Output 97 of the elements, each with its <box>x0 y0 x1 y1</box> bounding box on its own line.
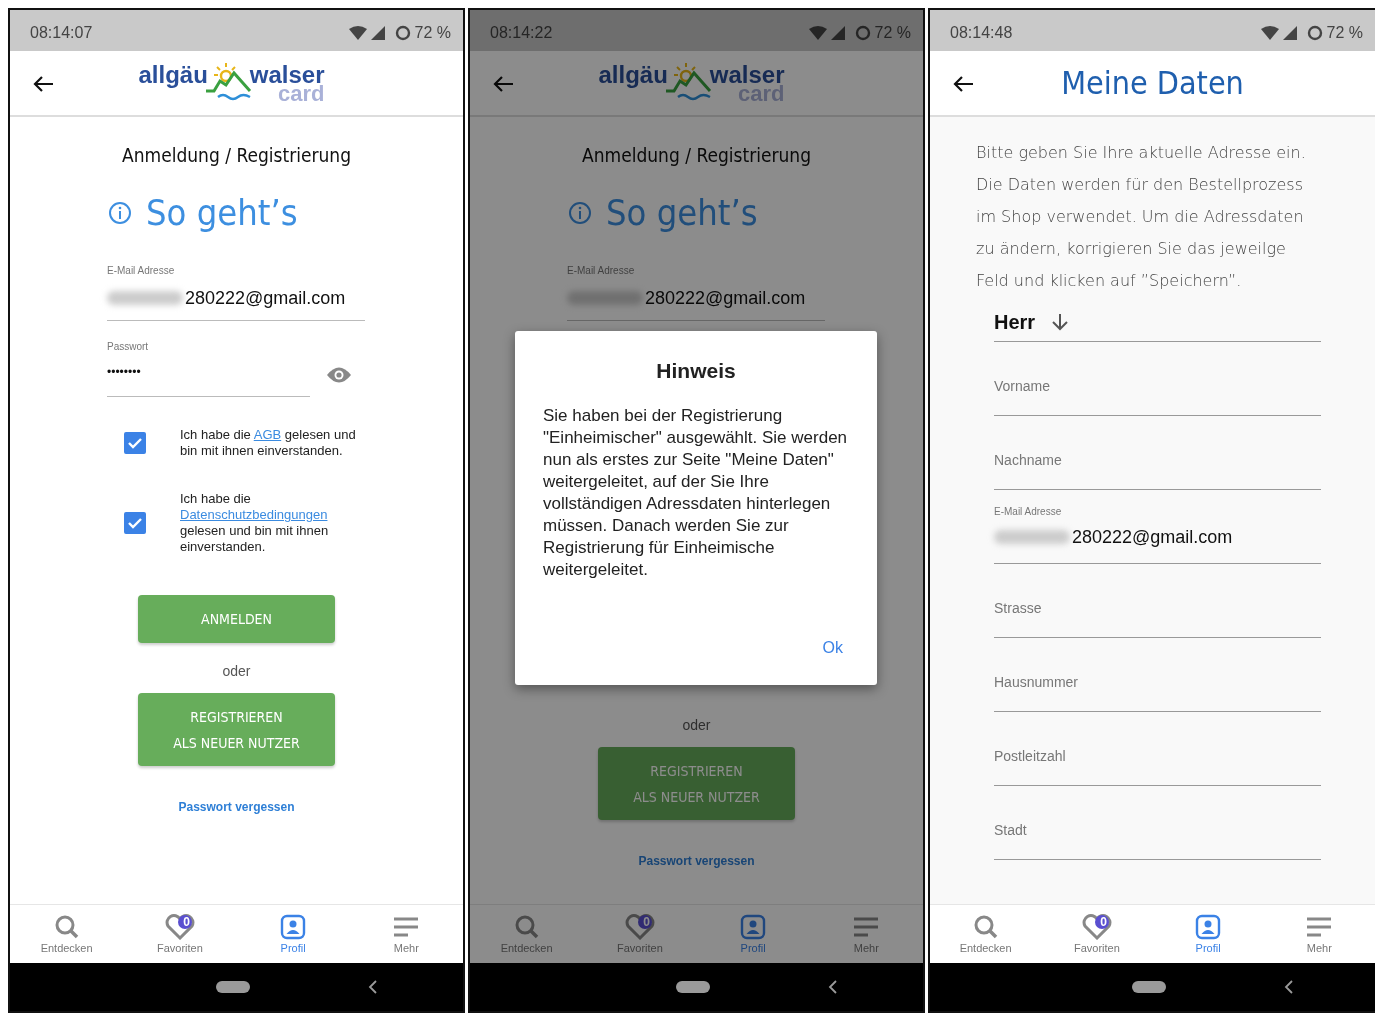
search-icon <box>513 914 540 940</box>
heart-icon <box>624 914 655 940</box>
status-time: 08:14:48 <box>950 23 1013 42</box>
text-field[interactable]: Vorname <box>994 342 1321 416</box>
back-arrow-icon[interactable] <box>952 75 974 93</box>
page-title: Meine Daten <box>1061 64 1244 102</box>
home-pill-icon[interactable] <box>675 981 710 993</box>
back-icon[interactable] <box>367 980 378 994</box>
logo-text: allgäu <box>138 63 208 87</box>
email-field[interactable]: 280222@gmail.com <box>107 276 365 321</box>
logo-text: walser <box>709 63 785 87</box>
field-label: E-Mail Adresse <box>107 265 176 276</box>
field-label: E-Mail Adresse <box>994 506 1063 517</box>
forgot-password-link[interactable]: Passwort vergessen <box>178 800 295 814</box>
text-field[interactable]: Postleitzahl <box>994 712 1321 786</box>
intro-text: Bitte geben Sie Ihre aktuelle Adresse ein. Die Daten werden für den Bestellprozess im Shop verwendet. Um die Adressdaten zu ändern, korrigieren Sie das jeweilge Feld und klicken auf ”Speichern”. <box>976 142 1307 292</box>
signal-icon <box>1282 25 1297 40</box>
down-arrow-icon <box>1051 313 1070 331</box>
wifi-icon <box>1260 25 1279 40</box>
back-icon[interactable] <box>1283 980 1294 994</box>
dialog-text: Sie haben bei der Registrierung "Einheimischer" ausgewählt. Sie werden nun als erstes zur Seite "Meine Daten" weitergeleitet, auf der Sie Ihre vollständigen Adressdaten hinterlegen müssen. Danach werden Sie zur Registrierung für Einheimische weitergeleitet. <box>543 405 849 581</box>
home-pill-icon[interactable] <box>215 981 250 993</box>
ok-button[interactable]: Ok <box>822 639 843 657</box>
eye-icon[interactable] <box>326 365 352 384</box>
back-arrow-icon[interactable] <box>32 75 54 93</box>
checkmark-icon <box>127 517 143 529</box>
dialog-title: Hinweis <box>655 359 737 383</box>
nav-tab[interactable]: Profil <box>696 905 810 963</box>
status-time: 08:14:22 <box>490 23 553 42</box>
heart-icon <box>164 914 195 940</box>
battery-level: 72 % <box>874 23 911 42</box>
email-field[interactable]: 280222@gmail.com <box>567 276 825 321</box>
wifi-icon <box>348 25 367 40</box>
search-icon <box>972 914 999 940</box>
profile-icon <box>280 914 307 940</box>
info-icon <box>108 200 132 225</box>
nav-tab[interactable]: Profil <box>236 905 350 963</box>
login-button[interactable]: ANMELDEN <box>138 595 335 643</box>
favorites-count: 0 <box>1100 915 1107 929</box>
info-icon <box>568 200 592 225</box>
field-label: Passwort <box>107 341 150 352</box>
logo-text: allgäu <box>598 63 668 87</box>
heart-icon <box>1081 914 1112 940</box>
consent-text: Ich habe die AGB gelesen und bin mit ihnen einverstanden. <box>180 427 357 459</box>
back-icon[interactable] <box>827 980 838 994</box>
password-field[interactable]: •••••••• <box>107 352 310 397</box>
salutation-select[interactable]: Herr <box>994 303 1321 342</box>
section-heading: Anmeldung / Registrierung <box>581 144 811 166</box>
consent-link[interactable]: Datenschutzbedingungen <box>180 507 328 522</box>
menu-icon <box>393 916 420 938</box>
info-title: So geht’s <box>606 192 758 233</box>
text-field[interactable]: Strasse <box>994 564 1321 638</box>
battery-level: 72 % <box>414 23 451 42</box>
separator-text: oder <box>682 717 711 733</box>
signal-icon <box>370 25 385 40</box>
info-title: So geht’s <box>146 192 298 233</box>
nav-tab[interactable]: Entdecken <box>10 905 124 963</box>
signal-icon <box>830 25 845 40</box>
register-button[interactable]: REGISTRIEREN ALS NEUER NUTZER <box>138 693 335 766</box>
search-icon <box>53 914 80 940</box>
nav-tab[interactable]: Mehr <box>809 905 923 963</box>
nav-tab[interactable]: Mehr <box>1263 905 1375 963</box>
forgot-password-link[interactable]: Passwort vergessen <box>638 854 755 868</box>
email-field[interactable]: 280222@gmail.com <box>994 517 1321 557</box>
separator-text: oder <box>222 663 251 679</box>
battery-ring-icon <box>1306 24 1323 41</box>
checkmark-icon <box>127 437 143 449</box>
status-time: 08:14:07 <box>30 23 93 42</box>
profile-icon <box>1195 914 1222 940</box>
battery-ring-icon <box>854 24 871 41</box>
nav-tab[interactable]: Entdecken <box>470 905 584 963</box>
favorites-count: 0 <box>183 915 190 929</box>
wifi-icon <box>808 25 827 40</box>
checkbox[interactable] <box>124 432 146 454</box>
profile-icon <box>740 914 767 940</box>
consent-link[interactable]: AGB <box>253 427 282 442</box>
nav-tab[interactable]: 0 Favoriten <box>1041 905 1153 963</box>
text-field[interactable]: Nachname <box>994 416 1321 490</box>
nav-tab[interactable]: Profil <box>1152 905 1264 963</box>
nav-tab[interactable]: 0 Favoriten <box>123 905 237 963</box>
favorites-count: 0 <box>643 915 650 929</box>
section-heading: Anmeldung / Registrierung <box>121 144 351 166</box>
consent-text: Ich habe die Datenschutzbedingungen gelesen und bin mit ihnen einverstanden. <box>180 491 330 555</box>
back-arrow-icon[interactable] <box>492 75 514 93</box>
nav-tab[interactable]: 0 Favoriten <box>583 905 697 963</box>
battery-level: 72 % <box>1326 23 1363 42</box>
menu-icon <box>1306 916 1333 938</box>
field-label: E-Mail Adresse <box>567 265 636 276</box>
checkbox[interactable] <box>124 512 146 534</box>
text-field[interactable]: Stadt <box>994 786 1321 860</box>
menu-icon <box>853 916 880 938</box>
text-field[interactable]: Hausnummer <box>994 638 1321 712</box>
home-pill-icon[interactable] <box>1131 981 1166 993</box>
logo-text: card <box>278 83 325 105</box>
nav-tab[interactable]: Entdecken <box>930 905 1042 963</box>
nav-tab[interactable]: Mehr <box>349 905 463 963</box>
battery-ring-icon <box>394 24 411 41</box>
